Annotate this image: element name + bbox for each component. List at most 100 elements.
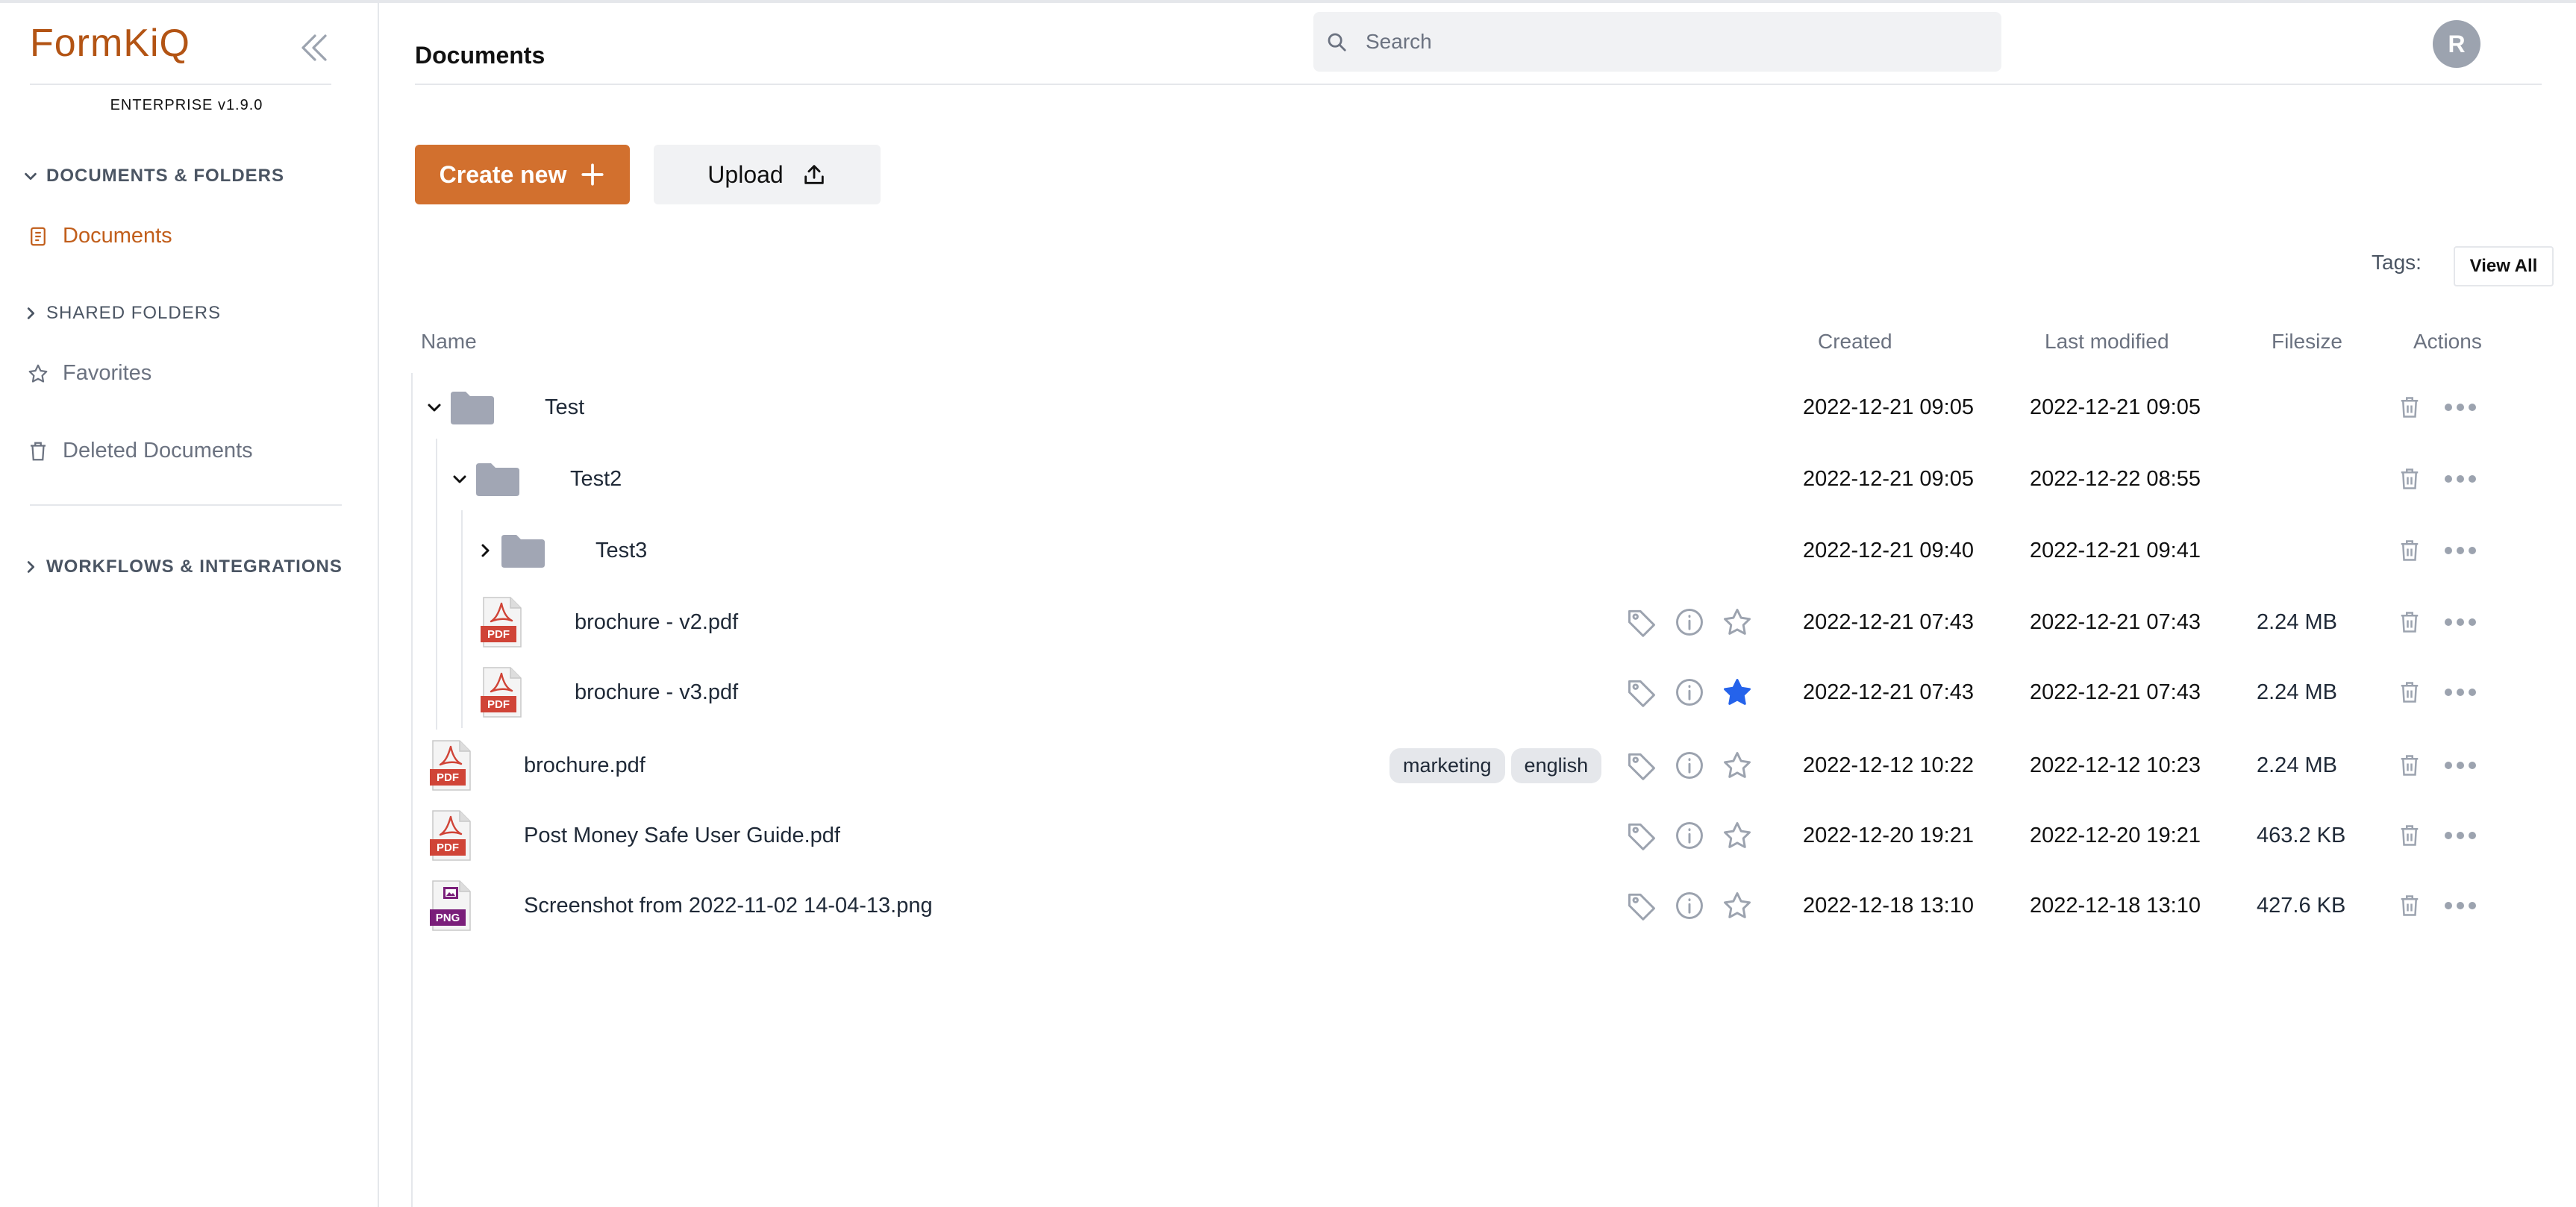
created-date: 2022-12-21 09:40 [1803, 538, 1974, 562]
chevron-right-icon[interactable] [476, 542, 494, 559]
document-name[interactable]: Screenshot from 2022-11-02 14-04-13.png [524, 871, 933, 940]
view-all-tags-button[interactable]: View All [2454, 246, 2554, 286]
filesize: 2.24 MB [2257, 609, 2337, 634]
document-tag[interactable]: marketing [1389, 747, 1505, 783]
star-filled-icon[interactable] [1721, 676, 1754, 709]
search-input[interactable] [1364, 29, 1964, 54]
more-options-icon[interactable] [2443, 617, 2477, 627]
tag-icon[interactable] [1625, 889, 1658, 922]
sidebar-item-label: Deleted Documents [63, 439, 253, 463]
section-workflows-integrations[interactable]: WORKFLOWS & INTEGRATIONS [22, 557, 343, 577]
more-options-icon[interactable] [2443, 760, 2477, 771]
top-border [0, 0, 2576, 3]
more-options-icon[interactable] [2443, 900, 2477, 911]
document-name[interactable]: brochure - v2.pdf [575, 588, 738, 656]
sidebar-item-favorites[interactable]: Favorites [27, 361, 151, 386]
trash-icon[interactable] [2398, 395, 2421, 420]
upload-button[interactable]: Upload [654, 145, 881, 204]
trash-icon [31, 442, 46, 460]
trash-icon[interactable] [2398, 823, 2421, 848]
created-date: 2022-12-12 10:22 [1803, 753, 1974, 777]
created-date: 2022-12-21 09:05 [1803, 466, 1974, 491]
pdf-file-icon: PDF [481, 667, 522, 718]
pdf-file-icon: PDF [430, 810, 471, 861]
tag-list: marketing english [1389, 731, 1607, 800]
info-icon[interactable] [1673, 749, 1706, 782]
sidebar-item-documents[interactable]: Documents [27, 224, 172, 248]
column-header-last-modified[interactable]: Last modified [2045, 330, 2169, 354]
tag-icon[interactable] [1625, 606, 1658, 639]
tag-icon[interactable] [1625, 749, 1658, 782]
more-options-icon[interactable] [2443, 687, 2477, 697]
collapse-sidebar-icon[interactable] [296, 30, 331, 66]
sidebar-item-label: Favorites [63, 361, 152, 385]
document-row[interactable]: PNG Screenshot from 2022-11-02 14-04-13.p… [415, 871, 2557, 940]
more-options-icon[interactable] [2443, 545, 2477, 556]
folder-icon [451, 392, 494, 424]
tag-icon[interactable] [1625, 819, 1658, 852]
info-icon[interactable] [1673, 606, 1706, 639]
file-type-label: PDF [437, 771, 459, 784]
created-date: 2022-12-21 07:43 [1803, 609, 1974, 634]
info-icon[interactable] [1673, 676, 1706, 709]
more-options-icon[interactable] [2443, 830, 2477, 841]
document-tag[interactable]: english [1510, 747, 1602, 783]
app-logo[interactable]: FormKiQ [30, 21, 190, 66]
trash-icon[interactable] [2398, 466, 2421, 492]
folder-row[interactable]: Test3 2022-12-21 09:40 2022-12-21 09:41 [415, 516, 2557, 585]
folder-name[interactable]: Test3 [595, 516, 647, 585]
info-icon[interactable] [1673, 889, 1706, 922]
folder-row[interactable]: Test 2022-12-21 09:05 2022-12-21 09:05 [415, 373, 2557, 442]
column-header-filesize[interactable]: Filesize [2272, 330, 2342, 354]
tree-guide-line [411, 373, 413, 1207]
section-shared-folders[interactable]: SHARED FOLDERS [22, 303, 221, 324]
column-header-name[interactable]: Name [421, 330, 477, 354]
trash-icon[interactable] [2398, 680, 2421, 705]
create-new-button[interactable]: Create new [415, 145, 630, 204]
trash-icon[interactable] [2398, 538, 2421, 563]
chevron-down-icon[interactable] [425, 398, 443, 416]
document-row[interactable]: PDF brochure - v2.pdf 2022-12-21 07:43 202… [415, 588, 2557, 656]
sidebar: FormKiQ ENTERPRISE v1.9.0 DOCUMENTS & FO… [0, 3, 379, 1207]
section-label: DOCUMENTS & FOLDERS [46, 166, 284, 186]
trash-icon[interactable] [2398, 753, 2421, 778]
star-icon[interactable] [1721, 889, 1754, 922]
trash-icon[interactable] [2398, 609, 2421, 635]
document-row[interactable]: PDF brochure.pdf marketing english 2022-12-… [415, 731, 2557, 800]
document-row[interactable]: PDF brochure - v3.pdf 2022-12-21 07:43 202… [415, 658, 2557, 727]
user-avatar[interactable]: R [2433, 20, 2480, 68]
folder-name[interactable]: Test [545, 373, 584, 442]
search-bar[interactable] [1313, 12, 2001, 72]
document-row[interactable]: PDF Post Money Safe User Guide.pdf 2022-1… [415, 801, 2557, 870]
chevron-down-icon[interactable] [451, 470, 469, 488]
more-options-icon[interactable] [2443, 402, 2477, 413]
created-date: 2022-12-21 07:43 [1803, 680, 1974, 704]
file-type-label: PNG [436, 912, 460, 924]
chevron-right-icon [27, 561, 35, 573]
chevron-right-icon [27, 307, 35, 319]
modified-date: 2022-12-21 09:41 [2030, 538, 2201, 562]
star-icon[interactable] [1721, 606, 1754, 639]
created-date: 2022-12-21 09:05 [1803, 395, 1974, 419]
column-header-actions: Actions [2413, 330, 2482, 353]
folder-name[interactable]: Test2 [570, 445, 622, 513]
document-name[interactable]: brochure.pdf [524, 731, 645, 800]
modified-date: 2022-12-21 07:43 [2030, 609, 2201, 634]
section-documents-folders[interactable]: DOCUMENTS & FOLDERS [22, 166, 284, 186]
document-name[interactable]: brochure - v3.pdf [575, 658, 738, 727]
document-name[interactable]: Post Money Safe User Guide.pdf [524, 801, 840, 870]
tags-label: Tags: [2372, 251, 2422, 274]
chevron-down-icon [25, 172, 37, 181]
sidebar-item-deleted-documents[interactable]: Deleted Documents [27, 439, 253, 463]
modified-date: 2022-12-22 08:55 [2030, 466, 2201, 491]
folder-row[interactable]: Test2 2022-12-21 09:05 2022-12-22 08:55 [415, 445, 2557, 513]
star-icon[interactable] [1721, 749, 1754, 782]
trash-icon[interactable] [2398, 893, 2421, 918]
tag-icon[interactable] [1625, 676, 1658, 709]
info-icon[interactable] [1673, 819, 1706, 852]
more-options-icon[interactable] [2443, 474, 2477, 484]
logo-divider [30, 84, 331, 85]
star-icon[interactable] [1721, 819, 1754, 852]
column-header-created[interactable]: Created [1818, 330, 1892, 354]
pdf-file-icon: PDF [430, 740, 471, 791]
